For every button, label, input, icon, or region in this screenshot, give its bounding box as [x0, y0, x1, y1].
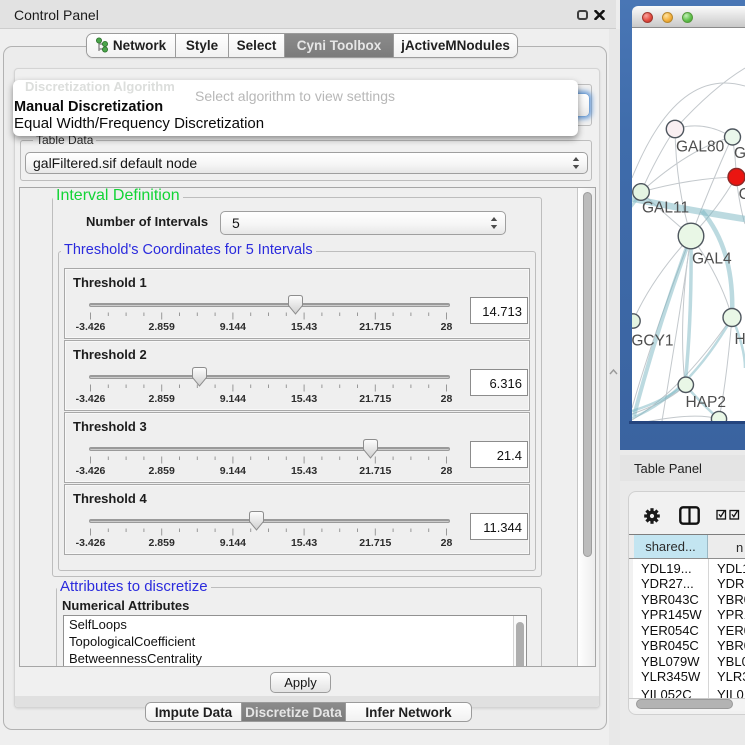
svg-text:C: C — [739, 186, 745, 203]
svg-text:HAP2: HAP2 — [686, 394, 727, 411]
svg-text:GAL11: GAL11 — [642, 200, 689, 217]
svg-text:GA: GA — [734, 145, 745, 162]
svg-text:GAL80: GAL80 — [676, 139, 725, 156]
svg-text:GCY1: GCY1 — [632, 333, 674, 350]
svg-text:GAL4: GAL4 — [692, 251, 732, 268]
svg-text:H: H — [735, 331, 745, 348]
